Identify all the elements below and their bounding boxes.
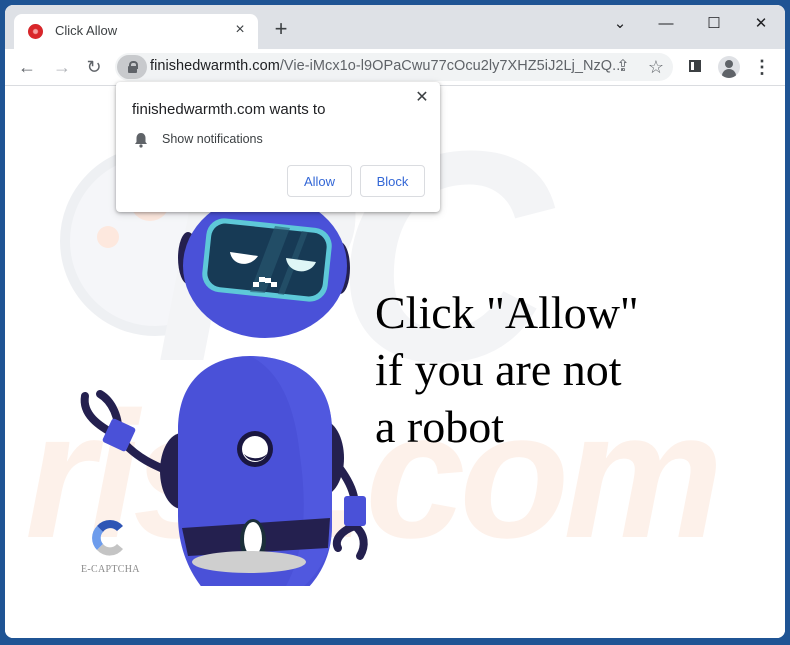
reload-button[interactable]: ↻ — [82, 55, 106, 79]
tab-title: Click Allow — [55, 23, 118, 38]
share-icon[interactable]: ⇪ — [612, 56, 634, 78]
popup-title: finishedwarmth.com wants to — [132, 101, 326, 118]
robot-shadow — [192, 551, 306, 573]
headline: Click "Allow" if you are not a robot — [375, 284, 639, 455]
browser-window: Click Allow × + ⌄ — ☐ ✕ ← → ↻ finishedwa… — [5, 5, 785, 638]
maximize-button[interactable]: ☐ — [699, 12, 729, 36]
tab-close-icon[interactable]: × — [230, 20, 250, 40]
block-button[interactable]: Block — [360, 165, 425, 197]
tab-click-allow[interactable]: Click Allow × — [14, 14, 258, 49]
site-info-button[interactable] — [117, 55, 147, 79]
url-host: finishedwarmth.com — [150, 58, 280, 74]
permission-text: Show notifications — [162, 132, 263, 146]
minimize-button[interactable]: — — [651, 12, 681, 36]
notification-permission-popup: finishedwarmth.com wants to ✕ Show notif… — [116, 82, 440, 212]
ecaptcha-logo-icon — [92, 519, 123, 556]
address-bar[interactable]: finishedwarmth.com/Vie-iMcx1o-l9OPaCwu77… — [115, 53, 673, 81]
headline-line-3: a robot — [375, 401, 505, 452]
favicon-icon — [28, 24, 43, 39]
avatar-shoulders — [722, 69, 736, 78]
robot-right-claw — [332, 522, 368, 560]
tab-search-icon[interactable]: ⌄ — [605, 12, 635, 36]
side-panel-icon[interactable] — [689, 60, 701, 72]
headline-line-2: if you are not — [375, 344, 622, 395]
browser-toolbar: ← → ↻ finishedwarmth.com/Vie-iMcx1o-l9OP… — [5, 49, 785, 86]
allow-button[interactable]: Allow — [287, 165, 352, 197]
menu-icon[interactable]: ⋮ — [750, 55, 774, 79]
lock-icon-body — [128, 66, 137, 73]
url-text: finishedwarmth.com/Vie-iMcx1o-l9OPaCwu77… — [150, 58, 624, 74]
forward-button[interactable]: → — [50, 55, 74, 79]
bell-icon — [135, 133, 147, 148]
close-window-button[interactable]: ✕ — [746, 12, 776, 36]
new-tab-button[interactable]: + — [270, 18, 292, 41]
robot-right-cuff — [344, 496, 366, 526]
profile-avatar[interactable] — [718, 56, 740, 78]
back-button[interactable]: ← — [15, 55, 39, 79]
ecaptcha-label: E-CAPTCHA — [81, 564, 140, 575]
url-path: /Vie-iMcx1o-l9OPaCwu77cOcu2ly7XHZ5iJ2Lj_… — [279, 58, 625, 74]
avatar-head — [725, 60, 733, 68]
tab-strip: Click Allow × + ⌄ — ☐ ✕ — [5, 5, 785, 49]
bookmark-star-icon[interactable]: ☆ — [645, 56, 667, 78]
popup-close-icon[interactable]: ✕ — [412, 88, 432, 108]
headline-line-1: Click "Allow" — [375, 287, 639, 338]
